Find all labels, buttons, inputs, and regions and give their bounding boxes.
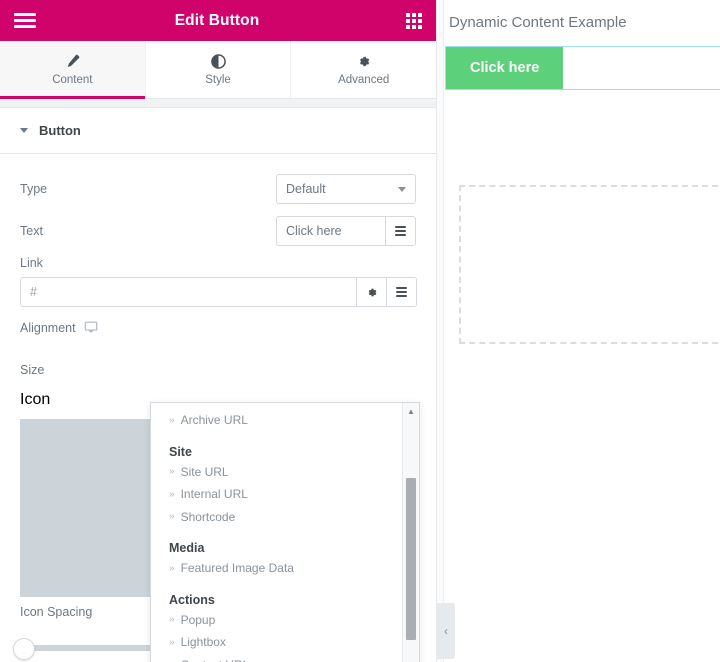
dynamic-tag-item[interactable]: » Shortcode [151, 506, 402, 529]
chevron-right-icon: » [169, 636, 175, 648]
dynamic-tag-group-header: Actions [169, 592, 215, 607]
panel-tabs: Content Style Advanced [0, 41, 436, 99]
scroll-up-arrow-icon[interactable]: ▲ [403, 404, 419, 418]
tab-style[interactable]: Style [146, 41, 292, 98]
dynamic-tag-item[interactable]: » Site URL [151, 461, 402, 484]
slider-thumb[interactable] [13, 638, 35, 660]
contrast-icon [210, 53, 226, 69]
preview-heading: Dynamic Content Example [449, 14, 627, 31]
tab-style-label: Style [205, 74, 231, 86]
grid-apps-icon[interactable] [406, 12, 422, 29]
tab-content-label: Content [52, 74, 93, 86]
dynamic-tag-icon[interactable] [385, 217, 415, 245]
preview-drop-zone[interactable] [459, 185, 720, 344]
link-input[interactable]: # [21, 278, 356, 306]
chevron-right-icon: » [169, 562, 175, 574]
dynamic-tag-item[interactable]: »Contact URL [151, 654, 402, 662]
type-select[interactable]: Default [276, 174, 416, 204]
dynamic-tag-item[interactable]: » Archive URL [151, 409, 402, 432]
scrollbar-thumb[interactable] [406, 478, 416, 640]
chevron-right-icon: » [169, 466, 175, 478]
panel-header: Edit Button [0, 0, 436, 41]
chevron-right-icon: » [169, 414, 175, 426]
dynamic-tags-dropdown: » Archive URL Site » Site URL » Internal URL » S… [150, 402, 420, 662]
text-label: Text [20, 224, 43, 238]
control-row-type: Type Default [20, 168, 416, 210]
tab-content[interactable]: Content [0, 41, 146, 99]
dynamic-tag-item[interactable]: » Internal URL [151, 483, 402, 506]
pencil-icon [65, 53, 80, 69]
dynamic-tag-item[interactable]: » Popup [151, 609, 402, 632]
dynamic-tag-group-header: Site [169, 444, 192, 459]
preview-content: Dynamic Content Example Click here [437, 0, 720, 90]
panel-body: Button Type Default Text Click here Link… [0, 99, 436, 662]
alignment-label: Alignment [20, 321, 76, 335]
preview-click-here-button[interactable]: Click here [446, 47, 564, 89]
dynamic-tag-item-label: Internal URL [180, 487, 248, 502]
page-title: Edit Button [174, 11, 260, 29]
text-input-group: Click here [276, 216, 416, 246]
chevron-left-icon[interactable]: ‹ [437, 603, 455, 659]
chevron-right-icon: » [169, 511, 175, 523]
link-settings-gear-icon[interactable] [356, 278, 386, 306]
tab-advanced[interactable]: Advanced [291, 41, 436, 98]
dynamic-tag-item-label: Site URL [180, 464, 229, 479]
link-label: Link [20, 256, 43, 270]
control-row-text: Text Click here [20, 210, 416, 252]
elementor-editor: Edit Button Content Style Advanced Butto… [0, 0, 720, 662]
preview-widget-selection[interactable]: Click here [445, 46, 720, 90]
link-dynamic-tag-icon[interactable] [386, 278, 416, 306]
type-label: Type [20, 182, 48, 196]
tab-advanced-label: Advanced [338, 74, 390, 86]
chevron-right-icon: » [169, 614, 175, 626]
dynamic-tag-item[interactable]: » Featured Image Data [151, 557, 402, 580]
preview-canvas: Dynamic Content Example Click here ‹ [437, 0, 720, 662]
control-row-size: Size [20, 349, 416, 391]
preview-left-gutter [437, 0, 444, 662]
control-row-alignment: Alignment [20, 307, 416, 349]
chevron-right-icon: » [169, 488, 175, 500]
caret-down-icon [20, 128, 28, 133]
dynamic-tag-item[interactable]: » Lightbox [151, 631, 402, 654]
dynamic-tag-item-label: Archive URL [180, 413, 248, 428]
dynamic-tag-item-label: Shortcode [180, 509, 236, 524]
dynamic-tag-item-label: Lightbox [180, 635, 226, 650]
panel-body-topstrip [0, 99, 436, 108]
chevron-down-icon [398, 186, 406, 192]
section-title: Button [39, 123, 81, 138]
section-button[interactable]: Button [0, 108, 436, 154]
dynamic-tag-item-label: Popup [180, 612, 216, 627]
edit-panel: Edit Button Content Style Advanced Butto… [0, 0, 437, 662]
dynamic-tag-group-header: Media [169, 541, 205, 555]
dynamic-tag-item-label: Contact URL [181, 658, 250, 662]
text-input[interactable]: Click here [277, 217, 385, 245]
desktop-monitor-icon[interactable] [84, 320, 98, 337]
type-select-value: Default [286, 182, 326, 196]
control-row-link: Link # [20, 252, 417, 307]
link-input-group: # [20, 277, 417, 307]
size-label: Size [20, 363, 45, 377]
dynamic-tags-list: » Archive URL Site » Site URL » Internal URL » S… [151, 403, 402, 662]
dropdown-scrollbar[interactable]: ▲ ▼ [402, 403, 419, 662]
gear-icon [356, 53, 371, 69]
dynamic-tag-item-label: Featured Image Data [180, 561, 294, 576]
